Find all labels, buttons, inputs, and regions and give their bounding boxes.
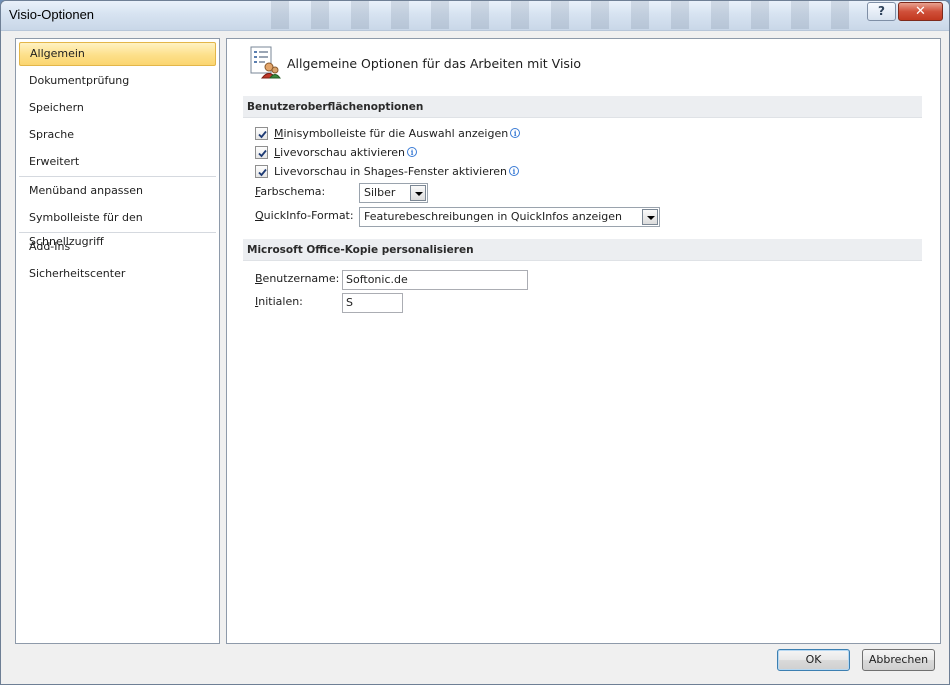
option-minitoolbar[interactable]: Minisymbolleiste für die Auswahl anzeige… xyxy=(255,126,521,142)
nav-divider xyxy=(19,232,216,233)
nav-item-allgemein[interactable]: Allgemein xyxy=(19,42,216,66)
info-icon[interactable]: i xyxy=(510,128,521,138)
page-heading: Allgemeine Optionen für das Arbeiten mit… xyxy=(287,56,582,71)
nav-item-menueband-anpassen[interactable]: Menüband anpassen xyxy=(19,179,216,203)
options-content: Allgemeine Optionen für das Arbeiten mit… xyxy=(226,38,941,644)
section-personalize: Microsoft Office-Kopie personalisieren xyxy=(243,239,922,261)
close-button[interactable]: ✕ xyxy=(898,2,943,21)
option-livepreview-shapes[interactable]: Livevorschau in Shapes-Fenster aktiviere… xyxy=(255,164,519,180)
cancel-button[interactable]: Abbrechen xyxy=(862,649,935,671)
chevron-down-icon[interactable] xyxy=(642,209,658,225)
section-ui-options: Benutzeroberflächenoptionen xyxy=(243,96,922,118)
general-options-icon xyxy=(250,46,281,79)
nav-item-add-ins[interactable]: Add-Ins xyxy=(19,235,216,259)
info-icon[interactable]: i xyxy=(509,166,519,176)
initials-label: Initialen: xyxy=(255,295,303,308)
livepreview-shapes-checkbox[interactable] xyxy=(255,164,268,178)
nav-item-sicherheitscenter[interactable]: Sicherheitscenter xyxy=(19,262,216,286)
username-input[interactable]: Softonic.de xyxy=(342,270,528,290)
info-icon[interactable]: i xyxy=(407,147,418,157)
options-dialog: Visio-Optionen ? ✕ Allgemein Dokumentprü… xyxy=(0,0,950,685)
window-title: Visio-Optionen xyxy=(9,7,95,22)
chevron-down-icon[interactable] xyxy=(410,185,426,201)
ok-button[interactable]: OK xyxy=(777,649,850,671)
nav-item-schnellzugriff[interactable]: Symbolleiste für den Schnellzugriff xyxy=(19,206,216,248)
nav-item-dokumentpruefung[interactable]: Dokumentprüfung xyxy=(19,69,216,93)
options-nav: Allgemein Dokumentprüfung Speichern Spra… xyxy=(15,38,220,644)
help-button[interactable]: ? xyxy=(867,2,896,21)
nav-divider xyxy=(19,176,216,177)
nav-item-speichern[interactable]: Speichern xyxy=(19,96,216,120)
minitoolbar-checkbox[interactable] xyxy=(255,126,268,140)
nav-item-erweitert[interactable]: Erweitert xyxy=(19,150,216,174)
background-app-ribbon xyxy=(271,1,851,29)
initials-input[interactable]: S xyxy=(342,293,403,313)
screentip-label: QuickInfo-Format: xyxy=(255,209,354,222)
title-bar[interactable]: Visio-Optionen ? ✕ xyxy=(1,1,949,31)
livepreview-checkbox[interactable] xyxy=(255,145,268,159)
color-scheme-label: Farbschema: xyxy=(255,185,326,198)
option-livepreview[interactable]: Livevorschau aktivieren i xyxy=(255,145,418,161)
nav-item-sprache[interactable]: Sprache xyxy=(19,123,216,147)
screentip-select[interactable]: Featurebeschreibungen in QuickInfos anze… xyxy=(359,207,660,227)
username-label: Benutzername: xyxy=(255,272,340,285)
color-scheme-select[interactable]: Silber xyxy=(359,183,428,203)
